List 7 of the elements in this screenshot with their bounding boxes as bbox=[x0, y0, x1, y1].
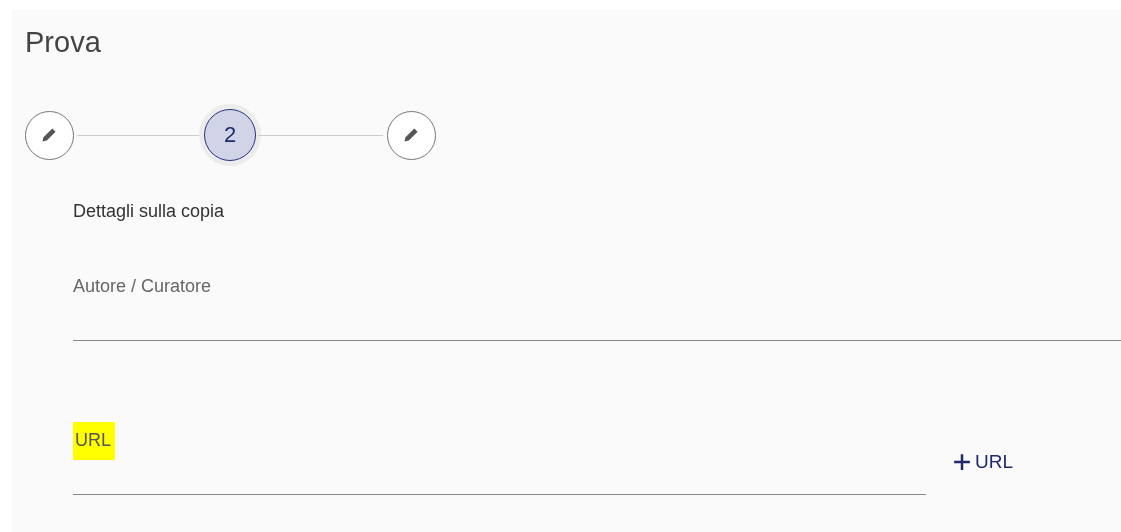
add-url-button[interactable]: URL bbox=[951, 449, 1015, 475]
form-title: Prova bbox=[25, 25, 102, 60]
section-title: Dettagli sulla copia bbox=[73, 201, 226, 222]
step-button[interactable]: 2 bbox=[204, 109, 256, 161]
url-field[interactable]: URL bbox=[73, 394, 926, 495]
plus-icon bbox=[953, 453, 971, 471]
author-field[interactable]: Autore / Curatore bbox=[73, 234, 1121, 341]
